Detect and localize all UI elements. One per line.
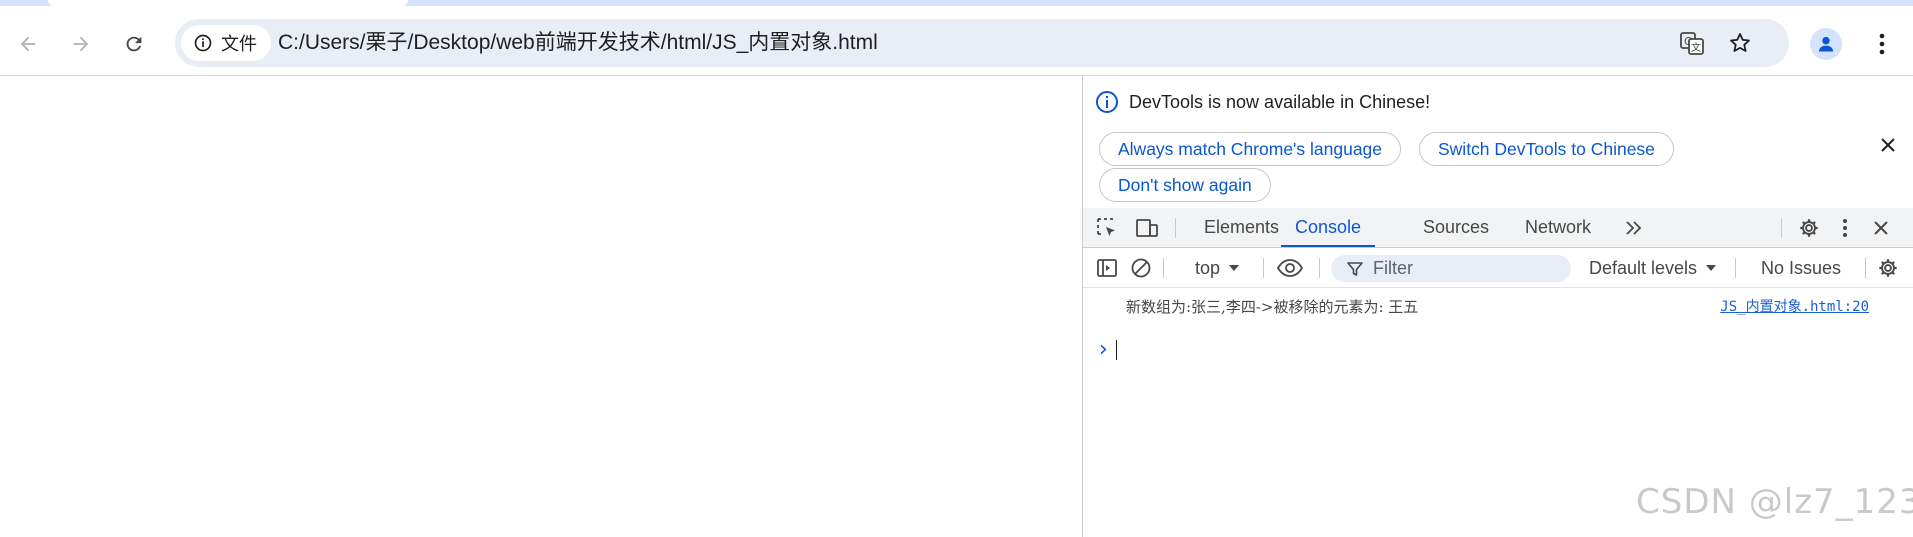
address-bar[interactable]: 文件 C:/Users/栗子/Desktop/web前端开发技术/html/JS… [175, 19, 1789, 67]
url-text[interactable]: C:/Users/栗子/Desktop/web前端开发技术/html/JS_内置… [278, 19, 878, 67]
dont-show-again-button[interactable]: Don't show again [1099, 168, 1271, 202]
text-caret [1115, 340, 1117, 360]
console-message: 新数组为:张三,李四->被移除的元素为: 王五 JS_内置对象.html:20 [1083, 288, 1913, 318]
star-icon [1730, 33, 1750, 52]
site-info-chip[interactable]: 文件 [181, 25, 271, 61]
separator [1865, 258, 1866, 278]
show-sidebar-button[interactable] [1093, 254, 1121, 282]
devtools-settings-button[interactable] [1795, 214, 1823, 242]
issues-label: No Issues [1761, 257, 1842, 278]
console-message-source-link[interactable]: JS_内置对象.html:20 [1720, 296, 1869, 316]
inspect-icon [1097, 218, 1115, 236]
arrow-left-icon [20, 36, 36, 52]
triangle-down-icon [1229, 265, 1240, 271]
console-settings-button[interactable] [1874, 254, 1902, 282]
console-toolbar: top Filter Default levels No Issues [1083, 248, 1913, 288]
more-tabs-button[interactable] [1620, 214, 1648, 242]
customize-devtools-button[interactable] [1831, 214, 1859, 242]
clear-console-button[interactable] [1127, 254, 1155, 282]
tab-console[interactable]: Console [1281, 208, 1376, 247]
site-chip-label: 文件 [221, 34, 257, 54]
console-message-text: 新数组为:张三,李四->被移除的元素为: 王五 [1126, 298, 1419, 316]
svg-text:文: 文 [1691, 41, 1701, 54]
tab-elements[interactable]: Elements [1204, 208, 1279, 247]
info-icon [194, 34, 212, 52]
profile-button[interactable] [1810, 28, 1842, 60]
more-vert-icon [1843, 219, 1847, 237]
page-viewport [0, 76, 1082, 537]
infobar-message: DevTools is now available in Chinese! [1095, 90, 1430, 114]
devtools-panel: DevTools is now available in Chinese! Al… [1082, 76, 1913, 537]
log-levels-dropdown[interactable]: Default levels [1589, 248, 1717, 288]
account-icon [1818, 36, 1834, 52]
eye-icon [1277, 259, 1303, 277]
prompt-chevron-icon: › [1099, 337, 1108, 362]
close-icon [1874, 221, 1888, 235]
more-vert-icon [1879, 33, 1885, 55]
separator [1175, 218, 1176, 238]
console-prompt[interactable]: › [1099, 337, 1117, 362]
separator [1735, 258, 1736, 278]
filter-icon [1347, 261, 1363, 276]
device-icon [1136, 219, 1158, 237]
separator [1263, 258, 1264, 278]
tab-sources[interactable]: Sources [1423, 208, 1489, 247]
language-infobar: DevTools is now available in Chinese! Al… [1083, 76, 1913, 208]
switch-to-chinese-button[interactable]: Switch DevTools to Chinese [1419, 132, 1674, 166]
live-expression-button[interactable] [1276, 254, 1304, 282]
watermark: CSDN @lz7_123 [1636, 482, 1913, 522]
console-filter-input[interactable]: Filter [1331, 255, 1571, 282]
translate-icon: G文 [1680, 32, 1704, 55]
arrow-right-icon [73, 36, 89, 52]
sidebar-icon [1097, 259, 1117, 277]
close-devtools-button[interactable] [1867, 214, 1895, 242]
devtools-tabbar: Elements Console Sources Network [1083, 208, 1913, 248]
chrome-menu-button[interactable] [1866, 28, 1898, 60]
triangle-down-icon [1706, 265, 1717, 271]
context-selector[interactable]: top [1195, 248, 1240, 288]
tab-network[interactable]: Network [1525, 208, 1591, 247]
filter-placeholder: Filter [1373, 258, 1413, 278]
always-match-language-button[interactable]: Always match Chrome's language [1099, 132, 1402, 166]
context-label: top [1195, 257, 1221, 278]
forward-button[interactable] [63, 26, 99, 62]
bookmark-button[interactable] [1726, 29, 1754, 57]
separator [1319, 258, 1320, 278]
infobar-text: DevTools is now available in Chinese! [1129, 91, 1431, 112]
close-icon [1881, 138, 1895, 152]
issues-counter[interactable]: No Issues [1761, 248, 1841, 288]
separator [1781, 218, 1782, 238]
reload-icon [126, 36, 142, 52]
translate-button[interactable]: G文 [1678, 29, 1706, 57]
device-toolbar-button[interactable] [1133, 214, 1161, 242]
infobar-close-button[interactable] [1875, 132, 1901, 158]
back-button[interactable] [10, 26, 46, 62]
chevron-double-right-icon [1626, 221, 1642, 235]
separator [1163, 258, 1164, 278]
gear-icon [1800, 219, 1818, 237]
browser-toolbar: 文件 C:/Users/栗子/Desktop/web前端开发技术/html/JS… [0, 6, 1913, 76]
inspect-element-button[interactable] [1093, 214, 1121, 242]
gear-icon [1879, 259, 1897, 277]
log-levels-label: Default levels [1589, 257, 1698, 278]
info-icon [1096, 91, 1118, 113]
reload-button[interactable] [116, 26, 152, 62]
clear-icon [1131, 258, 1151, 278]
